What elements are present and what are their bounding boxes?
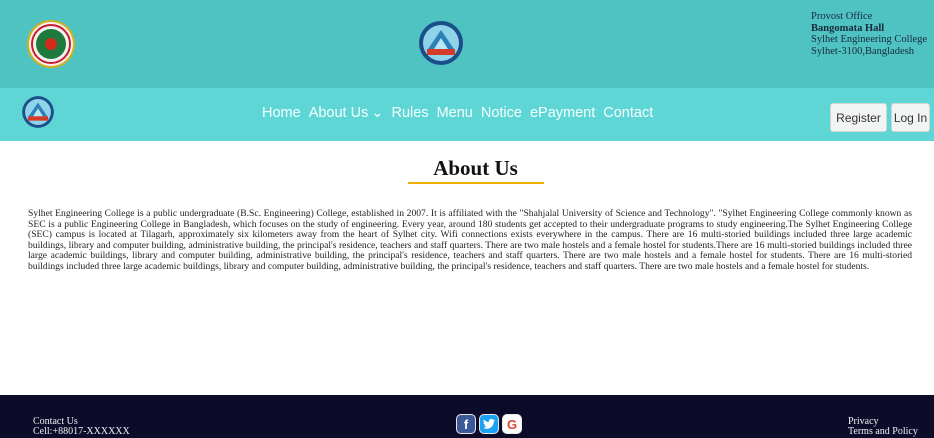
nav-bar: Home About Us ⌄ Rules Menu Notice ePaymen… xyxy=(0,88,934,141)
social-links: f G xyxy=(456,414,522,434)
nav-epayment[interactable]: ePayment xyxy=(530,105,595,121)
nav-home[interactable]: Home xyxy=(262,105,301,121)
facebook-icon[interactable]: f xyxy=(456,414,476,434)
office-line: Provost Office xyxy=(811,11,873,22)
about-paragraph: Sylhet Engineering College is a public u… xyxy=(28,208,912,272)
college-name: Sylhet Engineering College xyxy=(811,34,928,45)
google-icon[interactable]: G xyxy=(502,414,522,434)
login-button[interactable]: Log In xyxy=(891,103,930,132)
office-address-line: Sylhet-3100,Bangladesh xyxy=(811,45,914,57)
hall-emblem-icon xyxy=(419,21,463,65)
nav-rules[interactable]: Rules xyxy=(392,105,429,121)
page-title: About Us xyxy=(433,156,518,180)
twitter-icon[interactable] xyxy=(479,414,499,434)
hall-emblem-icon[interactable] xyxy=(20,94,56,130)
office-address: Provost Office Bangomata Hall Sylhet Eng… xyxy=(811,11,934,57)
contact-cell: Cell:+88017-XXXXXX xyxy=(33,426,130,437)
bangladesh-govt-seal-icon xyxy=(27,20,75,68)
hall-name: Bangomata Hall xyxy=(811,22,885,34)
footer-contact: Contact Us Cell:+88017-XXXXXX xyxy=(33,417,130,437)
chevron-down-icon: ⌄ xyxy=(371,105,384,121)
nav-about-label: About Us xyxy=(308,105,369,121)
nav-menu[interactable]: Menu xyxy=(437,105,473,121)
footer-policy: Privacy Terms and Policy xyxy=(848,417,918,437)
nav-notice[interactable]: Notice xyxy=(481,105,522,121)
register-button[interactable]: Register xyxy=(830,103,887,132)
terms-link[interactable]: Terms and Policy xyxy=(848,427,918,437)
top-header: Provost Office Bangomata Hall Sylhet Eng… xyxy=(0,0,934,88)
nav-about-us[interactable]: About Us ⌄ xyxy=(309,105,384,121)
title-underline xyxy=(408,182,544,184)
nav-links: Home About Us ⌄ Rules Menu Notice ePaymen… xyxy=(262,105,653,121)
footer: Contact Us Cell:+88017-XXXXXX f G Privac… xyxy=(0,395,934,438)
nav-contact[interactable]: Contact xyxy=(603,105,653,121)
